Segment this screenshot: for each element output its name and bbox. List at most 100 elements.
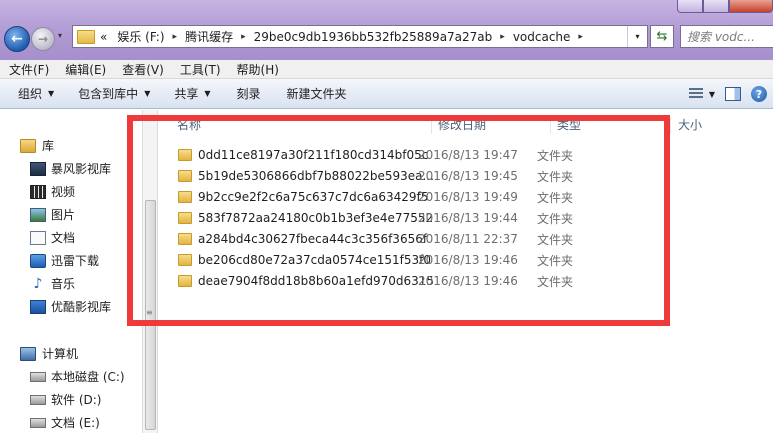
nav-drive-d[interactable]: 软件 (D:): [30, 391, 101, 408]
breadcrumb-separator-icon[interactable]: ▸: [575, 32, 586, 42]
breadcrumb-vodcache[interactable]: vodcache: [508, 30, 576, 44]
close-button[interactable]: [729, 0, 773, 13]
file-type: 文件夹: [537, 232, 574, 247]
folder-icon: [178, 212, 192, 224]
column-divider[interactable]: [550, 118, 551, 134]
search-input[interactable]: 搜索 vodc...: [680, 25, 773, 48]
folder-icon: [178, 170, 192, 182]
share-button[interactable]: 共享 ▼: [165, 85, 219, 102]
refresh-button[interactable]: ⇆: [650, 25, 674, 48]
view-controls: ▼ ?: [688, 79, 773, 109]
breadcrumb-hash-folder[interactable]: 29be0c9db1936bb532fb25889a7a27ab: [249, 30, 498, 44]
file-row[interactable]: deae7904f8dd18b8b60a1efd970d6315 2016/8/…: [178, 270, 573, 292]
column-header-size[interactable]: 大小: [678, 114, 702, 134]
command-bar: 组织 ▼ 包含到库中 ▼ 共享 ▼ 刻录 新建文件夹 ▼ ?: [0, 79, 773, 109]
file-name: 583f7872aa24180c0b1b3ef3e4e77552: [198, 211, 433, 225]
column-divider[interactable]: [431, 118, 432, 134]
file-date: 2016/8/13 19:46: [418, 274, 518, 288]
nav-item-xunlei-downloads[interactable]: 迅雷下载: [30, 252, 99, 269]
recent-pages-dropdown[interactable]: ▾: [58, 31, 62, 40]
hard-drive-icon: [30, 394, 46, 405]
file-list: 名称 修改日期 类型 大小 0dd11ce8197a30f211f180cd31…: [158, 110, 773, 433]
file-date: 2016/8/11 22:37: [418, 232, 518, 246]
nav-item-youku-library[interactable]: 优酷影视库: [30, 298, 111, 315]
nav-libraries-label: 库: [42, 139, 55, 153]
nav-item-label: 软件 (D:): [51, 393, 102, 407]
column-header-date[interactable]: 修改日期: [438, 114, 486, 134]
view-options-icon[interactable]: [688, 88, 703, 100]
chevron-down-icon[interactable]: ▼: [709, 90, 715, 99]
file-row[interactable]: be206cd80e72a37cda0574ce151f53f0 2016/8/…: [178, 249, 573, 271]
file-name: deae7904f8dd18b8b60a1efd970d6315: [198, 274, 433, 288]
file-row[interactable]: a284bd4c30627fbeca44c3c356f3656f 2016/8/…: [178, 228, 573, 250]
picture-icon: [30, 207, 46, 222]
back-button[interactable]: ←: [4, 26, 30, 52]
nav-item-label: 图片: [51, 208, 76, 222]
file-date: 2016/8/13 19:45: [418, 169, 518, 183]
folder-icon: [77, 29, 95, 44]
file-name: 0dd11ce8197a30f211f180cd314bf05c: [198, 148, 429, 162]
new-folder-button[interactable]: 新建文件夹: [278, 85, 356, 102]
file-type: 文件夹: [537, 148, 574, 163]
nav-libraries[interactable]: 库: [20, 137, 54, 154]
breadcrumb-separator-icon[interactable]: ▸: [170, 32, 181, 42]
breadcrumb-separator-icon[interactable]: ▸: [497, 32, 508, 42]
menu-file[interactable]: 文件(F): [0, 61, 56, 78]
file-date: 2016/8/13 19:44: [418, 211, 518, 225]
breadcrumb-separator-icon[interactable]: ▸: [238, 32, 249, 42]
nav-pane-scrollbar[interactable]: ≡: [142, 110, 158, 433]
folder-icon: [178, 149, 192, 161]
address-bar[interactable]: « 娱乐 (F:) ▸ 腾讯缓存 ▸ 29be0c9db1936bb532fb2…: [72, 25, 648, 48]
nav-item-label: 优酷影视库: [51, 300, 112, 314]
nav-item-label: 音乐: [51, 277, 76, 291]
nav-item-music[interactable]: ♪ 音乐: [30, 275, 75, 292]
nav-computer[interactable]: 计算机: [20, 345, 78, 362]
nav-item-label: 暴风影视库: [51, 162, 112, 176]
address-overflow[interactable]: «: [95, 30, 112, 44]
music-note-icon: ♪: [33, 275, 43, 292]
menu-tools[interactable]: 工具(T): [171, 61, 228, 78]
file-row[interactable]: 583f7872aa24180c0b1b3ef3e4e77552 2016/8/…: [178, 207, 573, 229]
nav-computer-label: 计算机: [42, 347, 79, 361]
menu-edit[interactable]: 编辑(E): [56, 61, 113, 78]
chevron-down-icon: ▼: [48, 89, 55, 98]
column-header-type[interactable]: 类型: [557, 114, 581, 134]
nav-item-label: 文档: [51, 231, 76, 245]
help-icon[interactable]: ?: [751, 86, 767, 102]
breadcrumb-tencent-cache[interactable]: 腾讯缓存: [180, 28, 238, 45]
film-icon: [30, 184, 46, 199]
preview-pane-icon[interactable]: [725, 87, 741, 101]
arrow-left-icon: ←: [11, 31, 23, 47]
file-row[interactable]: 0dd11ce8197a30f211f180cd314bf05c 2016/8/…: [178, 144, 573, 166]
nav-item-pictures[interactable]: 图片: [30, 206, 75, 223]
minimize-button[interactable]: [677, 0, 703, 13]
include-in-library-button[interactable]: 包含到库中 ▼: [69, 85, 159, 102]
address-history-dropdown[interactable]: ▾: [627, 26, 647, 47]
menu-help[interactable]: 帮助(H): [228, 61, 286, 78]
nav-item-videos[interactable]: 视频: [30, 183, 75, 200]
download-icon: [30, 253, 46, 268]
forward-button[interactable]: →: [31, 27, 55, 51]
file-type: 文件夹: [537, 211, 574, 226]
file-date: 2016/8/13 19:46: [418, 253, 518, 267]
maximize-button[interactable]: [703, 0, 729, 13]
file-row[interactable]: 9b2cc9e2f2c6a75c637c7dc6a63429f5 2016/8/…: [178, 186, 573, 208]
youku-library-icon: [30, 299, 46, 314]
file-row[interactable]: 5b19de5306866dbf7b88022be593ea... 2016/8…: [178, 165, 573, 187]
folder-icon: [178, 233, 192, 245]
menu-view[interactable]: 查看(V): [113, 61, 171, 78]
nav-drive-c[interactable]: 本地磁盘 (C:): [30, 368, 125, 385]
breadcrumb-drive-f[interactable]: 娱乐 (F:): [112, 28, 169, 45]
folder-icon: [178, 275, 192, 287]
column-divider[interactable]: [670, 118, 671, 134]
nav-drive-e[interactable]: 文档 (E:): [30, 414, 100, 431]
column-header-name[interactable]: 名称: [177, 114, 201, 134]
nav-item-documents[interactable]: 文档: [30, 229, 75, 246]
nav-item-baofeng-library[interactable]: 暴风影视库: [30, 160, 111, 177]
burn-button[interactable]: 刻录: [228, 85, 270, 102]
file-type: 文件夹: [537, 190, 574, 205]
nav-item-label: 迅雷下载: [51, 254, 100, 268]
file-name: 9b2cc9e2f2c6a75c637c7dc6a63429f5: [198, 190, 429, 204]
video-library-icon: [30, 161, 46, 176]
organize-button[interactable]: 组织 ▼: [9, 85, 63, 102]
